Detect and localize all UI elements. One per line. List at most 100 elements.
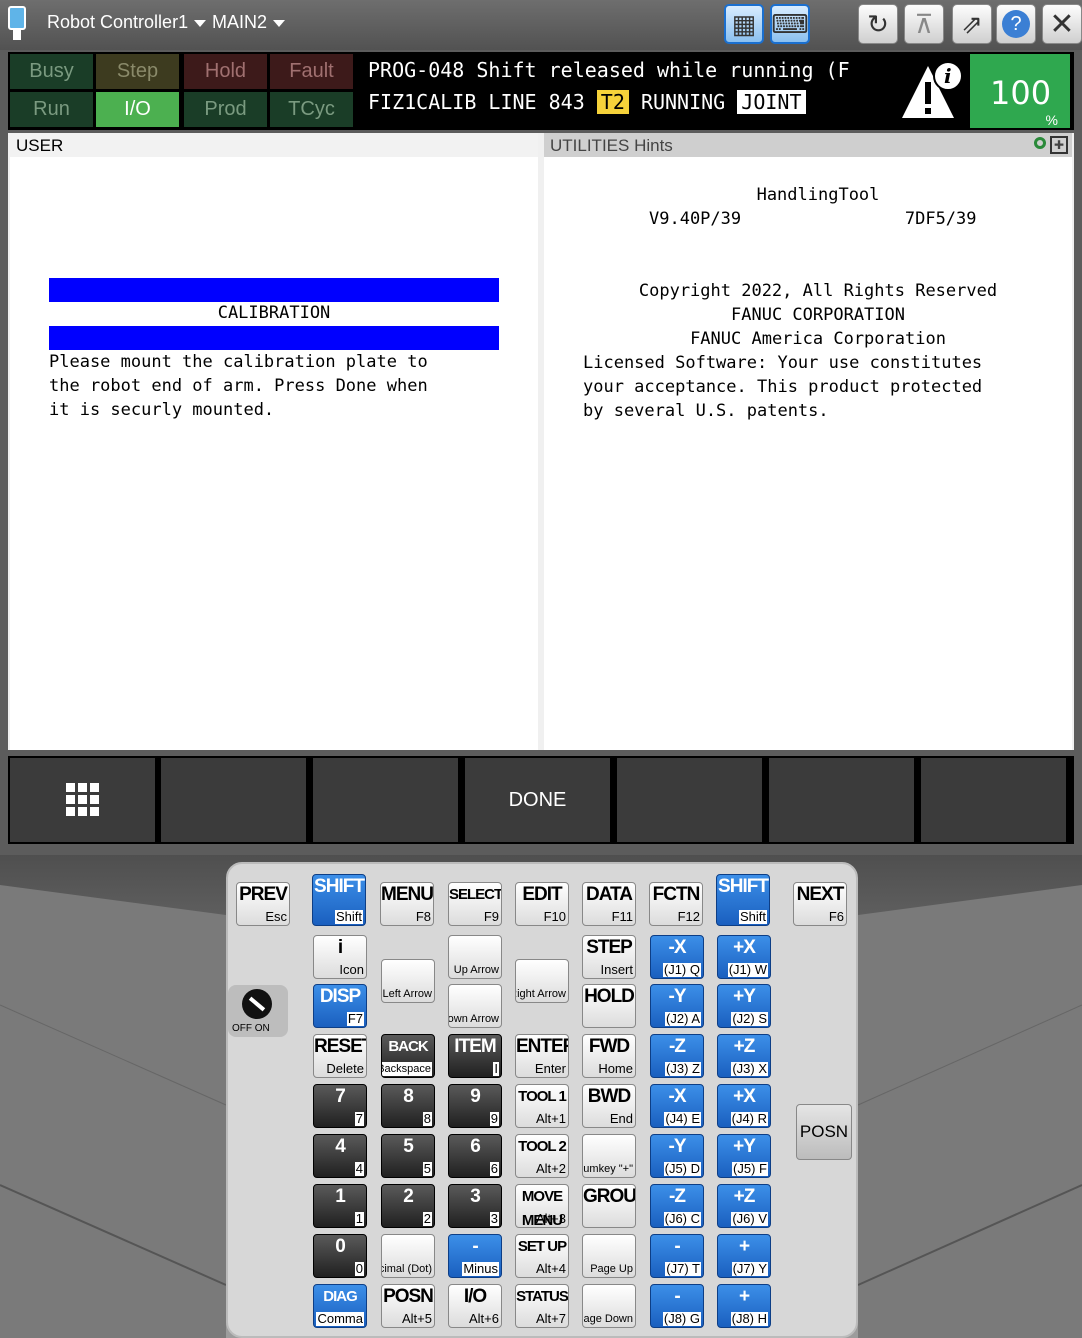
z-key[interactable]: -Z (J3) Z xyxy=(650,1034,704,1078)
z-key[interactable]: +Z (J3) X xyxy=(717,1034,771,1078)
edit-key[interactable]: EDIT F10 xyxy=(515,882,569,926)
override-display[interactable]: 100 % xyxy=(970,54,1070,128)
keyboard-button[interactable]: ⌨ xyxy=(770,4,810,44)
controller-selector[interactable]: Robot Controller1 xyxy=(47,12,207,33)
title-bar-top xyxy=(49,278,499,302)
robot-button[interactable]: ⊼ xyxy=(904,4,944,44)
done-button[interactable]: DONE xyxy=(465,758,610,842)
f6-key[interactable] xyxy=(921,758,1066,842)
warning-info-icon[interactable]: i xyxy=(898,58,964,124)
data-key[interactable]: DATA F11 xyxy=(582,882,636,926)
key-sublabel: 6 xyxy=(489,1161,499,1176)
page-down-key[interactable]: Page Down xyxy=(582,1284,636,1328)
key-sublabel: Esc xyxy=(265,909,287,924)
shift-key[interactable]: SHIFT Shift xyxy=(312,874,366,926)
posn-side-button[interactable]: POSN xyxy=(796,1104,852,1160)
program-selector[interactable]: MAIN2 xyxy=(212,12,286,33)
z-key[interactable]: +Z (J6) V xyxy=(717,1184,771,1228)
menu-key[interactable]: MENU F8 xyxy=(380,882,434,926)
utilities-panel: HandlingTool V9.40P/39 7DF5/39 Copyright… xyxy=(544,157,1072,750)
close-button[interactable]: ✕ xyxy=(1042,4,1082,44)
x-key[interactable]: -X (J1) Q xyxy=(650,935,704,979)
help-button[interactable]: ? xyxy=(996,4,1036,44)
reset-key[interactable]: RESET Delete xyxy=(313,1034,367,1078)
x-key[interactable]: +X (J4) R xyxy=(717,1084,771,1128)
set-up-key[interactable]: SET UP Alt+4 xyxy=(515,1234,569,1278)
title-bar: Robot Controller1 MAIN2 ▦ ⌨ ↻ ⊼ ⇗ ? ✕ xyxy=(0,0,1082,50)
y-key[interactable]: +Y (J2) S xyxy=(717,984,771,1028)
i-key[interactable]: i Icon xyxy=(313,935,367,979)
select-key[interactable]: SELECT F9 xyxy=(448,882,502,926)
key-label: BWD xyxy=(587,1086,631,1107)
menu-grid-button[interactable] xyxy=(10,758,155,842)
f5-key[interactable] xyxy=(769,758,914,842)
f1-key[interactable] xyxy=(161,758,306,842)
right-arrow-key[interactable]: Right Arrow xyxy=(515,959,569,1003)
status-hold: Hold xyxy=(184,54,267,89)
key-key[interactable]: + (J8) H xyxy=(717,1284,771,1328)
pendant-view-button[interactable]: ▦ xyxy=(724,4,764,44)
7-key[interactable]: 77 xyxy=(313,1084,367,1128)
f2-key[interactable] xyxy=(313,758,458,842)
status-bar: Busy Step Hold Fault Run I/O Prod TCyc P… xyxy=(8,52,1074,130)
key-key[interactable]: - (J8) G xyxy=(650,1284,704,1328)
refresh-button[interactable]: ↻ xyxy=(858,4,898,44)
key-sublabel: Right Arrow xyxy=(516,988,566,1000)
group-key[interactable]: GROUP xyxy=(582,1184,636,1228)
y-key[interactable]: +Y (J5) F xyxy=(717,1134,771,1178)
2-key[interactable]: 22 xyxy=(381,1184,435,1228)
item-key[interactable]: ITEM I xyxy=(448,1034,502,1078)
hold-key[interactable]: HOLD xyxy=(582,984,636,1028)
move-menu-key[interactable]: MOVE MENU Alt+3 xyxy=(515,1184,569,1228)
key-key[interactable]: - Minus xyxy=(448,1234,502,1278)
tool-2-key[interactable]: TOOL 2 Alt+2 xyxy=(515,1134,569,1178)
key-label: DATA xyxy=(586,884,633,905)
tool-1-key[interactable]: TOOL 1 Alt+1 xyxy=(515,1084,569,1128)
step-key[interactable]: STEP Insert xyxy=(582,935,636,979)
zoom-icon[interactable] xyxy=(1034,137,1046,149)
posn-key[interactable]: POSN Alt+5 xyxy=(381,1284,435,1328)
9-key[interactable]: 99 xyxy=(448,1084,502,1128)
enter-key[interactable]: ENTER Enter xyxy=(515,1034,569,1078)
x-key[interactable]: -X (J4) E xyxy=(650,1084,704,1128)
0-key[interactable]: 00 xyxy=(313,1234,367,1278)
status-step: Step xyxy=(96,54,179,89)
prev-key[interactable]: PREV Esc xyxy=(236,882,290,926)
z-key[interactable]: -Z (J6) C xyxy=(650,1184,704,1228)
key-key[interactable]: + (J7) Y xyxy=(717,1234,771,1278)
8-key[interactable]: 88 xyxy=(381,1084,435,1128)
up-arrow-key[interactable]: Up Arrow xyxy=(448,935,502,979)
maximize-icon[interactable]: ✚ xyxy=(1050,136,1068,154)
disp-key[interactable]: DISP F7 xyxy=(313,984,367,1028)
diag-help-key[interactable]: DIAG HELPComma xyxy=(313,1284,367,1328)
fwd-key[interactable]: FWD Home xyxy=(582,1034,636,1078)
y-key[interactable]: -Y (J5) D xyxy=(650,1134,704,1178)
y-key[interactable]: -Y (J2) A xyxy=(650,984,704,1028)
page-up-key[interactable]: Page Up xyxy=(582,1234,636,1278)
1-key[interactable]: 11 xyxy=(313,1184,367,1228)
shift-key[interactable]: SHIFT Shift xyxy=(716,874,770,926)
back-space-key[interactable]: BACK SPACEBackspace xyxy=(381,1034,435,1078)
numkey-key[interactable]: Numkey "+" xyxy=(582,1134,636,1178)
enable-switch[interactable]: OFF ON xyxy=(228,985,288,1037)
4-key[interactable]: 44 xyxy=(313,1134,367,1178)
decimal-dot-key[interactable]: Decimal (Dot) xyxy=(381,1234,435,1278)
next-key[interactable]: NEXT F6 xyxy=(793,882,847,926)
left-arrow-key[interactable]: Left Arrow xyxy=(381,959,435,1003)
i-o-key[interactable]: I/O Alt+6 xyxy=(448,1284,502,1328)
user-panel-header: USER xyxy=(10,133,538,157)
5-key[interactable]: 55 xyxy=(381,1134,435,1178)
key-key[interactable]: - (J7) T xyxy=(650,1234,704,1278)
key-sublabel: Page Up xyxy=(590,1263,633,1275)
3-key[interactable]: 33 xyxy=(448,1184,502,1228)
x-key[interactable]: +X (J1) W xyxy=(717,935,771,979)
status-key[interactable]: STATUS Alt+7 xyxy=(515,1284,569,1328)
fctn-key[interactable]: FCTN F12 xyxy=(649,882,703,926)
bwd-key[interactable]: BWD End xyxy=(582,1084,636,1128)
status-io: I/O xyxy=(96,92,179,127)
6-key[interactable]: 66 xyxy=(448,1134,502,1178)
key-sublabel: Alt+6 xyxy=(469,1311,499,1326)
down-arrow-key[interactable]: Down Arrow xyxy=(448,984,502,1028)
f4-key[interactable] xyxy=(617,758,762,842)
external-window-button[interactable]: ⇗ xyxy=(952,4,992,44)
